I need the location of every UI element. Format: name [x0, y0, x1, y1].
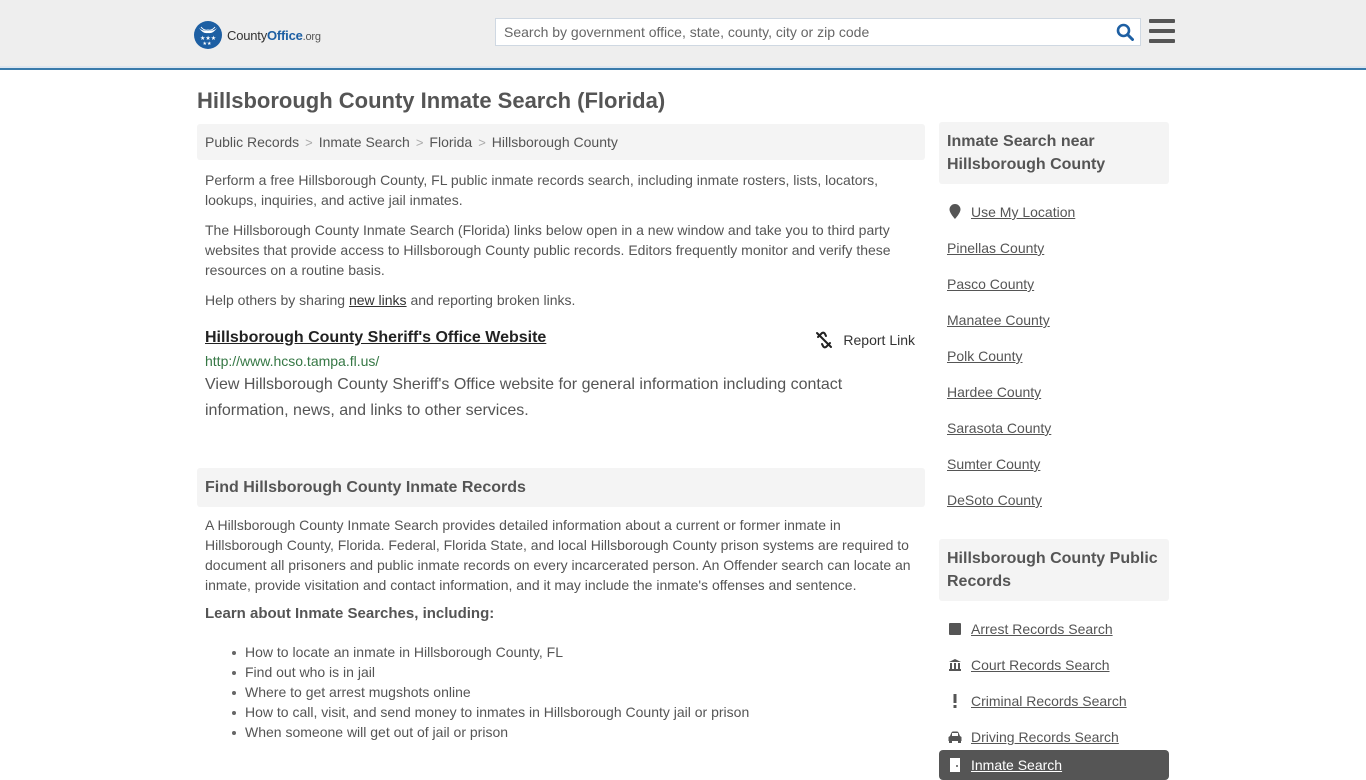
nearby-county-link[interactable]: Polk County — [947, 348, 1022, 364]
section-paragraph: A Hillsborough County Inmate Search prov… — [205, 517, 911, 593]
report-link-label: Report Link — [843, 332, 915, 348]
breadcrumb-hillsborough-county[interactable]: Hillsborough County — [492, 134, 618, 150]
list-item: How to locate an inmate in Hillsborough … — [232, 642, 917, 662]
breadcrumb-public-records[interactable]: Public Records — [205, 134, 299, 150]
site-header: ★★★ ★★ CountyOffice.org — [0, 0, 1366, 70]
search-input[interactable] — [496, 19, 1110, 45]
logo-text: CountyOffice.org — [227, 27, 321, 43]
nearby-county-link[interactable]: DeSoto County — [947, 492, 1042, 508]
site-logo[interactable]: ★★★ ★★ CountyOffice.org — [194, 21, 321, 49]
nearby-county-link[interactable]: Sumter County — [947, 456, 1040, 472]
nearby-county-link[interactable]: Sarasota County — [947, 420, 1051, 436]
inmate-search-label: Inmate Search — [971, 757, 1063, 773]
hamburger-menu-icon[interactable] — [1149, 19, 1175, 43]
list-item: Where to get arrest mugshots online — [232, 682, 917, 702]
arrest-records-link[interactable]: Arrest Records Search — [971, 621, 1113, 637]
list-item: When someone will get out of jail or pri… — [232, 722, 917, 742]
courthouse-icon — [947, 657, 963, 673]
listing-description: View Hillsborough County Sheriff's Offic… — [205, 376, 843, 419]
listing-item: Hillsborough County Sheriff's Office Web… — [205, 329, 917, 424]
nearby-item: Pinellas County — [947, 230, 1161, 266]
nearby-item: Hardee County — [947, 374, 1161, 410]
records-item: Arrest Records Search — [947, 611, 1161, 647]
breadcrumb-separator: > — [478, 134, 486, 150]
use-my-location-link[interactable]: Use My Location — [971, 204, 1075, 220]
court-records-link[interactable]: Court Records Search — [971, 657, 1110, 673]
driving-records-link[interactable]: Driving Records Search — [971, 729, 1119, 745]
search-button[interactable] — [1110, 19, 1140, 45]
records-item: Court Records Search — [947, 647, 1161, 683]
nearby-item: Polk County — [947, 338, 1161, 374]
nearby-list: Use My Location Pinellas County Pasco Co… — [939, 184, 1169, 518]
listing-url: http://www.hcso.tampa.fl.us/ — [205, 353, 380, 369]
help-paragraph: Help others by sharing new links and rep… — [205, 290, 917, 310]
breadcrumb-separator: > — [305, 134, 313, 150]
door-icon — [947, 757, 963, 773]
eagle-logo-icon: ★★★ ★★ — [194, 21, 222, 49]
help-text-after: and reporting broken links. — [406, 292, 576, 308]
page-title: Hillsborough County Inmate Search (Flori… — [197, 88, 666, 113]
section-heading: Find Hillsborough County Inmate Records — [197, 468, 925, 507]
nearby-county-link[interactable]: Hardee County — [947, 384, 1041, 400]
new-links-link[interactable]: new links — [349, 292, 407, 308]
nearby-item: Manatee County — [947, 302, 1161, 338]
nearby-county-link[interactable]: Manatee County — [947, 312, 1050, 328]
intro-paragraph: Perform a free Hillsborough County, FL p… — [205, 172, 879, 208]
breadcrumb: Public Records > Inmate Search > Florida… — [197, 124, 925, 160]
help-text-before: Help others by sharing — [205, 292, 349, 308]
breadcrumb-separator: > — [415, 134, 424, 150]
public-records-list: Arrest Records Search Court Records Sear… — [939, 601, 1169, 755]
listing-title-link[interactable]: Hillsborough County Sheriff's Office Web… — [205, 329, 546, 346]
criminal-records-link[interactable]: Criminal Records Search — [971, 693, 1127, 709]
exclamation-icon — [947, 693, 963, 709]
list-item: Find out who is in jail — [232, 662, 917, 682]
disclaimer-paragraph: The Hillsborough County Inmate Search (F… — [205, 222, 891, 278]
svg-text:★★: ★★ — [203, 41, 212, 45]
nearby-county-link[interactable]: Pinellas County — [947, 240, 1044, 256]
nearby-item: DeSoto County — [947, 482, 1161, 518]
nearby-item: Pasco County — [947, 266, 1161, 302]
public-records-heading: Hillsborough County Public Records — [939, 539, 1169, 601]
nearby-item: Sumter County — [947, 446, 1161, 482]
nearby-item: Sarasota County — [947, 410, 1161, 446]
report-link-button[interactable]: Report Link — [815, 331, 915, 349]
map-marker-icon — [947, 204, 963, 220]
sidebar: Inmate Search near Hillsborough County U… — [939, 122, 1169, 755]
breadcrumb-florida[interactable]: Florida — [429, 134, 472, 150]
car-icon — [947, 729, 963, 745]
breadcrumb-inmate-search[interactable]: Inmate Search — [319, 134, 410, 150]
sidebar-item-inmate-search-active[interactable]: Inmate Search — [939, 750, 1169, 780]
records-item: Criminal Records Search — [947, 683, 1161, 719]
learn-heading: Learn about Inmate Searches, including: — [205, 605, 495, 622]
section-body: A Hillsborough County Inmate Search prov… — [205, 515, 917, 742]
use-location-item: Use My Location — [947, 194, 1161, 230]
square-icon — [947, 621, 963, 637]
nearby-county-link[interactable]: Pasco County — [947, 276, 1034, 292]
nearby-heading: Inmate Search near Hillsborough County — [939, 122, 1169, 184]
list-item: How to call, visit, and send money to in… — [232, 702, 917, 722]
learn-list: How to locate an inmate in Hillsborough … — [232, 642, 917, 742]
search-box — [495, 18, 1141, 46]
broken-link-icon — [816, 331, 833, 349]
intro-content: Perform a free Hillsborough County, FL p… — [205, 170, 917, 320]
search-icon — [1116, 23, 1134, 41]
